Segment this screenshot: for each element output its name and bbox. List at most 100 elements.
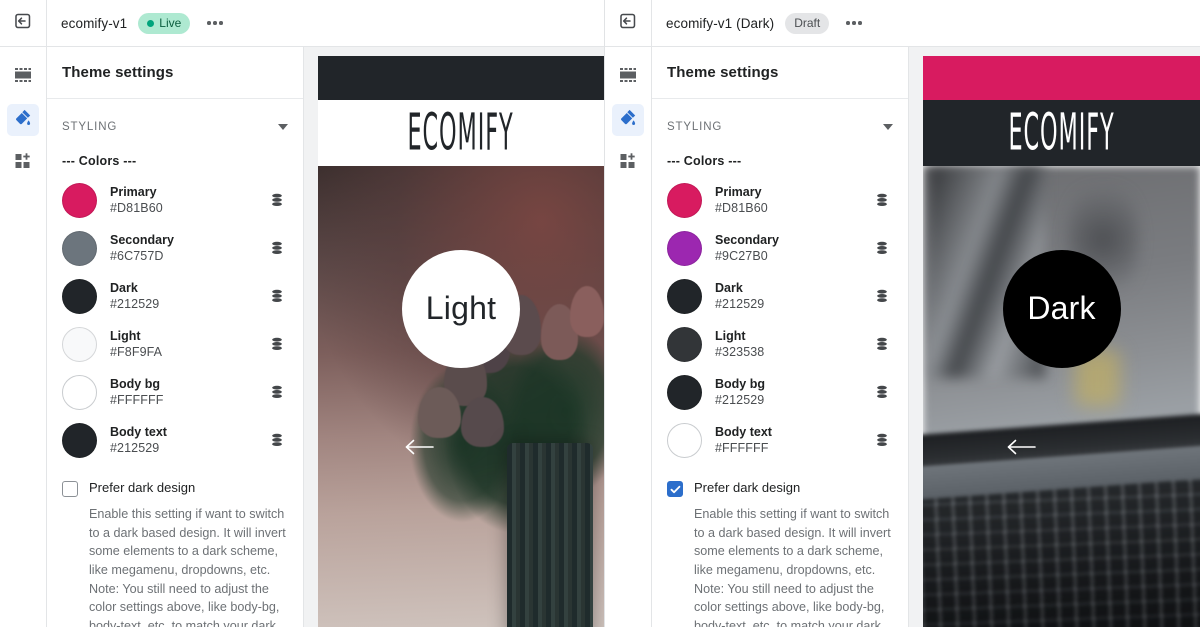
rail-button-sections[interactable] (7, 61, 39, 93)
storefront-preview[interactable]: ECOMIFY Light (318, 56, 604, 627)
carousel-prev-arrow-icon[interactable] (404, 438, 434, 456)
color-swatch[interactable] (667, 374, 702, 410)
color-row[interactable]: Secondary #9C27B0 (667, 224, 893, 272)
color-swatch[interactable] (62, 230, 97, 266)
color-row[interactable]: Body text #212529 (62, 416, 288, 464)
color-row[interactable]: Secondary #6C757D (62, 224, 288, 272)
color-row[interactable]: Dark #212529 (62, 272, 288, 320)
color-row[interactable]: Primary #D81B60 (667, 176, 893, 224)
sections-icon (618, 65, 638, 90)
exit-back-button[interactable] (0, 0, 47, 47)
store-logo: ECOMIFY (407, 103, 515, 163)
layers-stack-icon[interactable] (268, 191, 286, 209)
color-meta: Body text #FFFFFF (702, 424, 873, 456)
paint-brush-icon (618, 108, 638, 133)
prefer-dark-design-checkbox[interactable] (62, 481, 78, 497)
editor-body: Theme settings STYLING --- Colors --- Pr… (605, 47, 1200, 627)
topbar-main: ecomify-v1 Live (47, 0, 229, 47)
color-swatch[interactable] (62, 326, 97, 362)
color-hex: #D81B60 (110, 201, 163, 215)
more-options-button[interactable] (840, 15, 868, 31)
section-label: STYLING (62, 121, 118, 133)
color-row[interactable]: Light #323538 (667, 320, 893, 368)
topbar: ecomify-v1 (Dark) Draft (605, 0, 1200, 47)
color-swatch[interactable] (667, 278, 702, 314)
color-row[interactable]: Light #F8F9FA (62, 320, 288, 368)
color-hex: #FFFFFF (110, 393, 164, 407)
exit-back-button[interactable] (605, 0, 652, 47)
layers-stack-icon[interactable] (873, 383, 891, 401)
color-swatch[interactable] (667, 326, 702, 362)
rail-button-add-blocks[interactable] (7, 147, 39, 179)
color-swatch[interactable] (667, 422, 702, 458)
prefer-dark-design-help: Enable this setting if want to switch to… (89, 507, 286, 627)
color-row[interactable]: Primary #D81B60 (62, 176, 288, 224)
panel-scroll-area[interactable]: STYLING --- Colors --- Primary #D81B60 S… (652, 99, 908, 627)
color-swatch[interactable] (667, 230, 702, 266)
layers-stack-icon[interactable] (873, 335, 891, 353)
page-title: Theme settings (667, 64, 779, 81)
color-meta: Secondary #9C27B0 (702, 232, 873, 264)
tulip-bud (418, 387, 461, 438)
color-swatch[interactable] (62, 278, 97, 314)
chevron-down-icon (278, 124, 288, 130)
carousel-prev-arrow-icon[interactable] (1006, 438, 1036, 456)
topbar-main: ecomify-v1 (Dark) Draft (652, 0, 868, 47)
panel-header: Theme settings (47, 47, 303, 99)
panel-header: Theme settings (652, 47, 908, 99)
status-badge-label: Draft (794, 16, 821, 30)
document-title: ecomify-v1 (Dark) (666, 15, 775, 31)
announcement-bar (923, 56, 1200, 100)
color-row[interactable]: Dark #212529 (667, 272, 893, 320)
rail-button-sections[interactable] (612, 61, 644, 93)
section-styling-toggle[interactable]: STYLING (667, 109, 893, 145)
color-hex: #212529 (715, 393, 765, 407)
layers-stack-icon[interactable] (268, 239, 286, 257)
rail-button-add-blocks[interactable] (612, 147, 644, 179)
color-name: Primary (110, 185, 157, 199)
theme-settings-panel: Theme settings STYLING --- Colors --- Pr… (652, 47, 909, 627)
editor-body: Theme settings STYLING --- Colors --- Pr… (0, 47, 604, 627)
group-title-colors: --- Colors --- (62, 154, 137, 168)
sections-icon (13, 65, 33, 90)
layers-stack-icon[interactable] (873, 287, 891, 305)
prefer-dark-design-row[interactable]: Prefer dark design (62, 480, 288, 497)
more-options-button[interactable] (201, 15, 229, 31)
hero-image-tulips (318, 166, 604, 627)
layers-stack-icon[interactable] (873, 431, 891, 449)
section-styling-toggle[interactable]: STYLING (62, 109, 288, 145)
color-swatch[interactable] (62, 374, 97, 410)
rail-button-theme-settings[interactable] (7, 104, 39, 136)
panel-scroll-area[interactable]: STYLING --- Colors --- Primary #D81B60 S… (47, 99, 303, 627)
layers-stack-icon[interactable] (873, 191, 891, 209)
color-row[interactable]: Body text #FFFFFF (667, 416, 893, 464)
storefront-preview[interactable]: ECOMIFY Dark (923, 56, 1200, 627)
layers-stack-icon[interactable] (268, 335, 286, 353)
color-name: Light (715, 329, 746, 343)
layers-stack-icon[interactable] (873, 239, 891, 257)
kebab-more-icon (846, 21, 850, 25)
color-swatch[interactable] (62, 422, 97, 458)
prefer-dark-design-checkbox[interactable] (667, 481, 683, 497)
color-row[interactable]: Body bg #FFFFFF (62, 368, 288, 416)
color-meta: Body bg #FFFFFF (97, 376, 268, 408)
color-hex: #FFFFFF (715, 441, 769, 455)
add-blocks-icon (13, 151, 33, 176)
chevron-down-icon (883, 124, 893, 130)
rail-button-theme-settings[interactable] (612, 104, 644, 136)
color-name: Secondary (715, 233, 779, 247)
color-row[interactable]: Body bg #212529 (667, 368, 893, 416)
color-swatch[interactable] (667, 182, 702, 218)
color-meta: Light #F8F9FA (97, 328, 268, 360)
store-header: ECOMIFY (318, 100, 604, 166)
color-name: Body bg (110, 377, 160, 391)
layers-stack-icon[interactable] (268, 431, 286, 449)
layers-stack-icon[interactable] (268, 383, 286, 401)
prefer-dark-design-row[interactable]: Prefer dark design (667, 480, 893, 497)
hero-badge-dark: Dark (1002, 249, 1121, 368)
status-dot-icon (147, 19, 155, 27)
layers-stack-icon[interactable] (268, 287, 286, 305)
color-hex: #212529 (110, 297, 160, 311)
color-meta: Primary #D81B60 (702, 184, 873, 216)
color-swatch[interactable] (62, 182, 97, 218)
